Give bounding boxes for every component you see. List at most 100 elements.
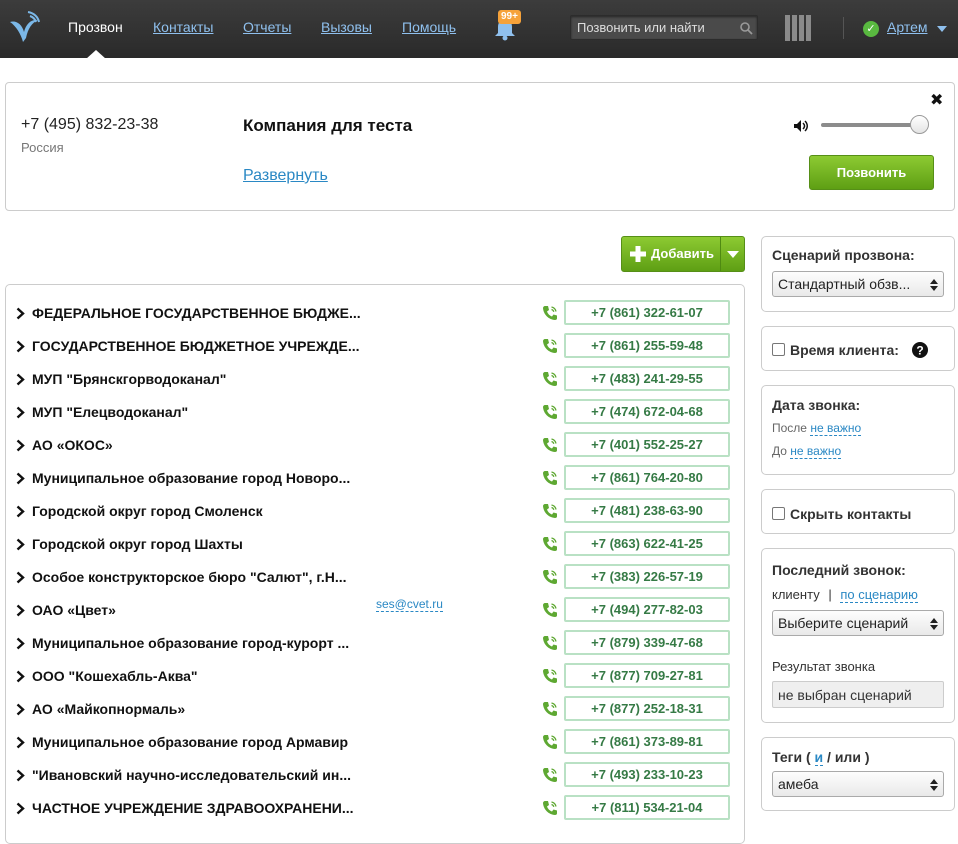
contact-name[interactable]: Городской округ город Шахты <box>32 536 372 552</box>
contact-row[interactable]: ОАО «Цвет» ses@cvet.ru +7 (494) 277-82-03 <box>6 595 744 628</box>
contact-phone-button[interactable]: +7 (877) 252-18-31 <box>564 696 730 721</box>
chevron-right-icon[interactable] <box>16 472 25 485</box>
phone-icon[interactable] <box>542 371 558 387</box>
contact-phone-button[interactable]: +7 (494) 277-82-03 <box>564 597 730 622</box>
contact-name[interactable]: Муниципальное образование город Новоро..… <box>32 470 372 486</box>
chevron-right-icon[interactable] <box>16 769 25 782</box>
contact-name[interactable]: "Ивановский научно-исследовательский ин.… <box>32 767 372 783</box>
contact-phone-button[interactable]: +7 (401) 552-25-27 <box>564 432 730 457</box>
hide-contacts-checkbox[interactable] <box>772 507 785 520</box>
contact-name[interactable]: ГОСУДАРСТВЕННОЕ БЮДЖЕТНОЕ УЧРЕЖДЕ... <box>32 338 372 354</box>
contact-phone-button[interactable]: +7 (861) 255-59-48 <box>564 333 730 358</box>
chevron-right-icon[interactable] <box>16 373 25 386</box>
chevron-right-icon[interactable] <box>16 307 25 320</box>
after-value-link[interactable]: не важно <box>810 421 862 436</box>
search-input[interactable] <box>571 16 731 39</box>
contact-row[interactable]: Муниципальное образование город Новоро..… <box>6 463 744 496</box>
contact-row[interactable]: Муниципальное образование город-курорт .… <box>6 628 744 661</box>
contact-name[interactable]: Муниципальное образование город Армавир <box>32 734 372 750</box>
volume-slider-handle[interactable] <box>910 115 929 134</box>
nav-contacts[interactable]: Контакты <box>153 19 213 35</box>
by-scenario-link[interactable]: по сценарию <box>840 587 918 603</box>
chevron-right-icon[interactable] <box>16 670 25 683</box>
contact-phone-button[interactable]: +7 (493) 233-10-23 <box>564 762 730 787</box>
phone-icon[interactable] <box>542 701 558 717</box>
scenario-select[interactable]: Стандартный обзв... <box>772 271 944 297</box>
contact-row[interactable]: Особое конструкторское бюро "Салют", г.Н… <box>6 562 744 595</box>
contact-row[interactable]: МУП "Елецводоканал" +7 (474) 672-04-68 <box>6 397 744 430</box>
contact-phone-button[interactable]: +7 (877) 709-27-81 <box>564 663 730 688</box>
phone-icon[interactable] <box>542 767 558 783</box>
contact-phone-button[interactable]: +7 (861) 322-61-07 <box>564 300 730 325</box>
phone-icon[interactable] <box>542 800 558 816</box>
call-button[interactable]: Позвонить <box>809 155 934 190</box>
tags-and-link[interactable]: и <box>814 749 824 766</box>
chevron-down-icon[interactable] <box>937 26 947 32</box>
contact-phone-button[interactable]: +7 (861) 764-20-80 <box>564 465 730 490</box>
nav-prozvon[interactable]: Прозвон <box>68 19 123 35</box>
before-value-link[interactable]: не важно <box>790 444 842 459</box>
contact-name[interactable]: Городской округ город Смоленск <box>32 503 372 519</box>
contact-row[interactable]: АО «Майкопнормаль» +7 (877) 252-18-31 <box>6 694 744 727</box>
chevron-right-icon[interactable] <box>16 736 25 749</box>
phone-icon[interactable] <box>542 503 558 519</box>
to-client-option[interactable]: клиенту <box>772 587 820 602</box>
contact-row[interactable]: АО «ОКОС» +7 (401) 552-25-27 <box>6 430 744 463</box>
contact-name[interactable]: АО «ОКОС» <box>32 437 372 453</box>
contact-name[interactable]: МУП "Елецводоканал" <box>32 404 372 420</box>
nav-help[interactable]: Помощь <box>402 19 456 35</box>
last-call-scenario-select[interactable]: Выберите сценарий <box>772 610 944 636</box>
contact-phone-button[interactable]: +7 (481) 238-63-90 <box>564 498 730 523</box>
contact-row[interactable]: ООО "Кошехабль-Аква" +7 (877) 709-27-81 <box>6 661 744 694</box>
contact-name[interactable]: Муниципальное образование город-курорт .… <box>32 635 372 651</box>
nav-reports[interactable]: Отчеты <box>243 19 291 35</box>
volume-slider-track[interactable] <box>821 123 921 127</box>
contact-row[interactable]: ЧАСТНОЕ УЧРЕЖДЕНИЕ ЗДРАВООХРАНЕНИ... +7 (… <box>6 793 744 826</box>
phone-icon[interactable] <box>542 602 558 618</box>
contact-phone-button[interactable]: +7 (483) 241-29-55 <box>564 366 730 391</box>
contact-row[interactable]: ГОСУДАРСТВЕННОЕ БЮДЖЕТНОЕ УЧРЕЖДЕ... +7 (… <box>6 331 744 364</box>
contact-phone-button[interactable]: +7 (383) 226-57-19 <box>564 564 730 589</box>
contact-row[interactable]: Муниципальное образование город Армавир +… <box>6 727 744 760</box>
chevron-right-icon[interactable] <box>16 505 25 518</box>
chevron-right-icon[interactable] <box>16 340 25 353</box>
tags-or-option[interactable]: или <box>835 749 861 765</box>
expand-link[interactable]: Развернуть <box>243 167 328 185</box>
chevron-right-icon[interactable] <box>16 703 25 716</box>
phone-icon[interactable] <box>542 734 558 750</box>
chevron-right-icon[interactable] <box>16 802 25 815</box>
phone-icon[interactable] <box>542 437 558 453</box>
tags-select[interactable]: амеба <box>772 771 944 797</box>
nav-calls[interactable]: Вызовы <box>321 19 372 35</box>
user-menu-link[interactable]: Артем <box>887 19 927 35</box>
phone-icon[interactable] <box>542 668 558 684</box>
logo-icon[interactable] <box>4 8 44 48</box>
contact-name[interactable]: ФЕДЕРАЛЬНОЕ ГОСУДАРСТВЕННОЕ БЮДЖЕ... <box>32 305 372 321</box>
contact-name[interactable]: Особое конструкторское бюро "Салют", г.Н… <box>32 569 372 585</box>
add-button[interactable]: Добавить <box>621 236 745 272</box>
contact-name[interactable]: МУП "Брянскгорводоканал" <box>32 371 372 387</box>
contact-phone-button[interactable]: +7 (879) 339-47-68 <box>564 630 730 655</box>
add-dropdown-chevron-icon[interactable] <box>727 251 739 258</box>
contact-row[interactable]: "Ивановский научно-исследовательский ин.… <box>6 760 744 793</box>
chevron-right-icon[interactable] <box>16 571 25 584</box>
help-icon[interactable]: ? <box>912 342 928 358</box>
close-icon[interactable]: ✖ <box>930 90 943 110</box>
phone-icon[interactable] <box>542 536 558 552</box>
chevron-right-icon[interactable] <box>16 604 25 617</box>
contact-row[interactable]: ФЕДЕРАЛЬНОЕ ГОСУДАРСТВЕННОЕ БЮДЖЕ... +7 (… <box>6 298 744 331</box>
phone-icon[interactable] <box>542 305 558 321</box>
contact-phone-button[interactable]: +7 (811) 534-21-04 <box>564 795 730 820</box>
client-time-checkbox[interactable] <box>772 343 785 356</box>
phone-icon[interactable] <box>542 635 558 651</box>
chevron-right-icon[interactable] <box>16 538 25 551</box>
contact-phone-button[interactable]: +7 (861) 373-89-81 <box>564 729 730 754</box>
chevron-right-icon[interactable] <box>16 439 25 452</box>
contact-phone-button[interactable]: +7 (863) 622-41-25 <box>564 531 730 556</box>
contact-row[interactable]: Городской округ город Шахты +7 (863) 622-… <box>6 529 744 562</box>
phone-icon[interactable] <box>542 338 558 354</box>
contact-name[interactable]: ООО "Кошехабль-Аква" <box>32 668 372 684</box>
contact-row[interactable]: Городской округ город Смоленск +7 (481) 2… <box>6 496 744 529</box>
phone-icon[interactable] <box>542 470 558 486</box>
contact-phone-button[interactable]: +7 (474) 672-04-68 <box>564 399 730 424</box>
